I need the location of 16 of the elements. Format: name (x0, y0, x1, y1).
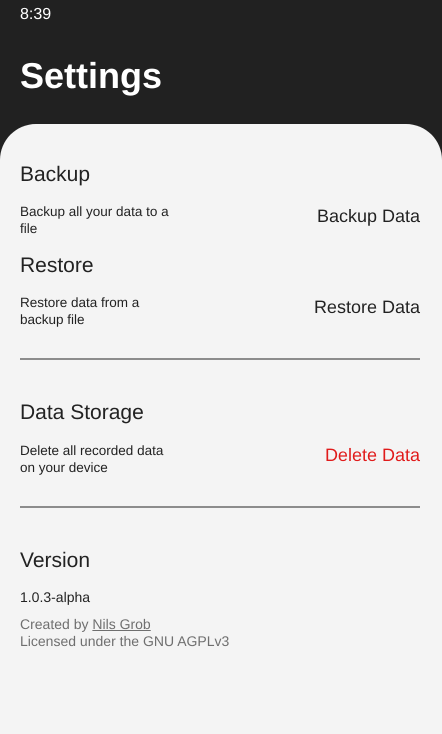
section-heading: Data Storage (20, 400, 145, 426)
action-button[interactable]: Restore Data (314, 294, 420, 322)
action-button[interactable]: Backup Data (316, 203, 420, 230)
section-heading: Version (20, 548, 92, 573)
version-number: 1.0.3-alpha (20, 588, 92, 607)
section-description: Restore data from a backup file (20, 294, 140, 328)
section-heading: Restore (20, 253, 95, 278)
author-link[interactable]: Nils Grob (92, 616, 151, 632)
license-text: Licensed under the GNU AGPLv3 (20, 632, 230, 650)
credit-text: Created by (20, 616, 90, 632)
section-description: Delete all recorded data on your device (20, 442, 164, 476)
status-time: 8:39 (20, 5, 52, 25)
delete-button[interactable]: Delete Data (324, 442, 420, 469)
section-heading: Backup (20, 162, 92, 188)
section-description: Backup all your data to a file (20, 203, 170, 238)
page-title: Settings (20, 54, 164, 98)
